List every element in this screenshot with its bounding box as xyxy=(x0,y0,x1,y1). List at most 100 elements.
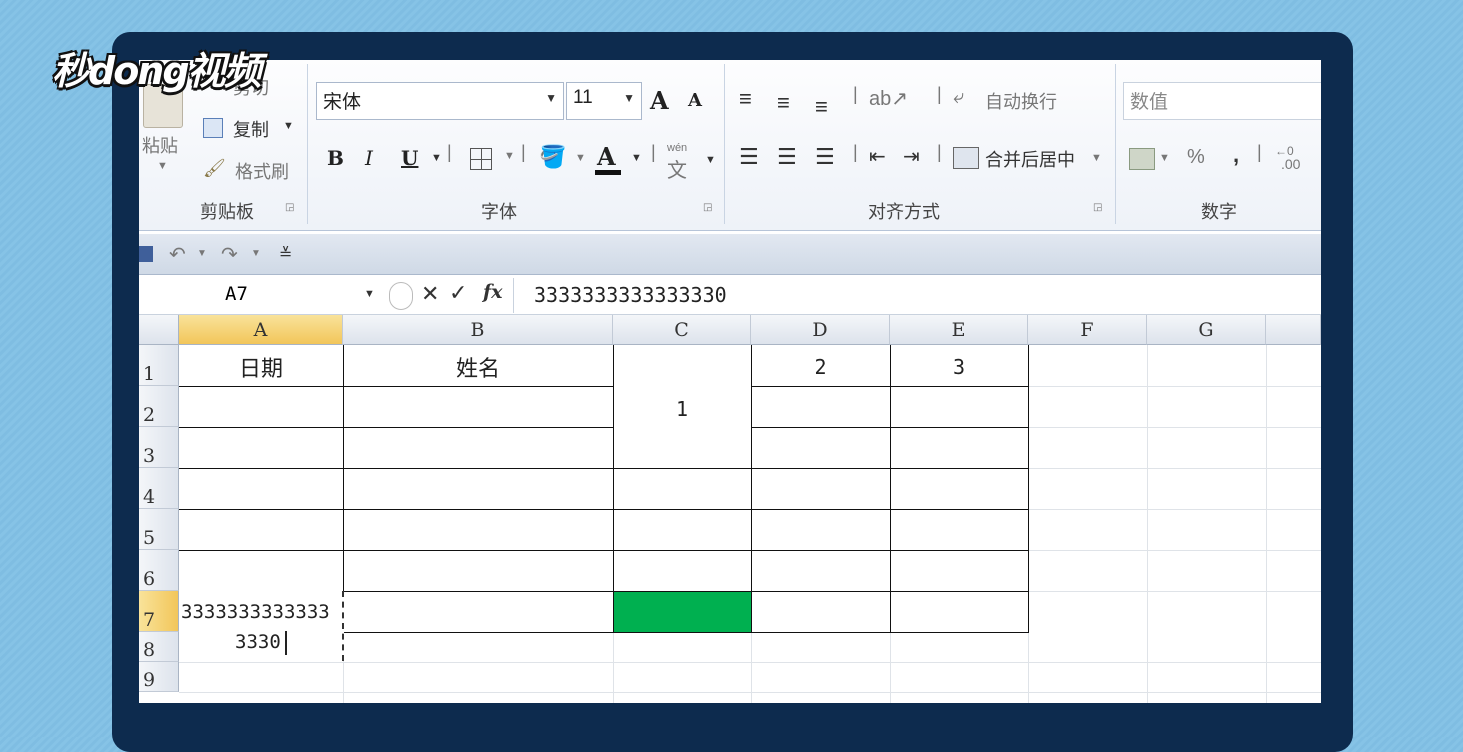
format-painter-label: 格式刷 xyxy=(235,162,289,182)
formula-input[interactable]: 3333333333333330 xyxy=(534,283,727,307)
table-border xyxy=(751,427,1029,428)
watermark-logo: 秒dong视频 xyxy=(52,49,262,93)
font-name-select[interactable]: 宋体 ▼ xyxy=(316,82,564,120)
gridline xyxy=(1028,509,1321,510)
customize-qat-icon[interactable]: ≚ xyxy=(279,244,292,264)
paint-bucket-icon: 🪣 xyxy=(539,144,567,169)
enter-check-icon[interactable]: ✓ xyxy=(449,280,467,306)
paste-label: 粘贴 xyxy=(142,136,178,156)
cell-c7-filled[interactable] xyxy=(613,591,751,632)
fill-color-button[interactable]: 🪣 ▼ xyxy=(539,144,589,174)
gridline xyxy=(1028,550,1321,551)
underline-button[interactable]: U xyxy=(401,146,418,170)
chevron-down-icon[interactable]: ▼ xyxy=(364,288,375,300)
table-border xyxy=(179,427,613,428)
row-header-4[interactable]: 4 xyxy=(139,468,179,509)
number-group-label: 数字 xyxy=(1201,202,1237,222)
name-box[interactable]: A7 xyxy=(139,278,384,313)
font-group-label: 字体 xyxy=(481,202,517,222)
column-header-g[interactable]: G xyxy=(1147,315,1266,345)
merge-icon xyxy=(953,147,979,169)
separator: | xyxy=(1257,142,1262,162)
phonetic-guide-button[interactable]: wén 文 ▼ xyxy=(667,142,717,182)
redo-icon[interactable]: ↷ xyxy=(221,242,238,267)
undo-icon[interactable]: ↶ xyxy=(169,242,186,267)
shrink-font-button[interactable]: A xyxy=(688,90,702,111)
separator: | xyxy=(853,84,858,104)
save-icon[interactable] xyxy=(139,246,153,262)
chevron-down-icon: ▼ xyxy=(575,152,586,164)
brush-icon: 🖌 xyxy=(203,158,226,178)
percent-button[interactable]: % xyxy=(1187,146,1205,169)
chevron-down-icon: ▼ xyxy=(631,152,642,164)
cell-e1[interactable]: 3 xyxy=(890,355,1028,379)
decrease-indent-icon[interactable]: ⇤ xyxy=(869,144,886,169)
increase-indent-icon[interactable]: ⇥ xyxy=(903,144,920,169)
column-header-e[interactable]: E xyxy=(890,315,1028,345)
align-top-icon[interactable]: ≡ xyxy=(739,86,752,112)
orientation-icon[interactable]: ab↗ xyxy=(869,86,908,111)
wrap-text-button[interactable]: ⤶ 自动换行 xyxy=(953,86,1073,116)
column-header-d[interactable]: D xyxy=(751,315,890,345)
table-border xyxy=(343,632,1029,633)
table-border xyxy=(179,509,1029,510)
number-format-select[interactable]: 数值 xyxy=(1123,82,1321,120)
grow-font-button[interactable]: A xyxy=(650,86,669,115)
borders-button[interactable]: ▼ xyxy=(470,146,520,174)
row-header-3[interactable]: 3 xyxy=(139,427,179,468)
row-header-5[interactable]: 5 xyxy=(139,509,179,550)
dialog-launcher-icon[interactable]: ◲ xyxy=(1093,202,1102,213)
separator: | xyxy=(937,142,942,162)
cell-b1[interactable]: 姓名 xyxy=(343,351,613,383)
select-all-corner[interactable] xyxy=(139,315,179,345)
dialog-launcher-icon[interactable]: ◲ xyxy=(703,202,712,213)
row-header-7[interactable]: 7 xyxy=(139,591,179,632)
row-header-2[interactable]: 2 xyxy=(139,386,179,427)
insert-function-icon[interactable]: fx xyxy=(483,281,503,303)
align-middle-icon[interactable]: ≡ xyxy=(777,90,790,116)
ribbon: 粘贴 ▼ ✂ 剪切 复制 ▼ 🖌 格式刷 剪贴板 ◲ 宋体 ▼ 11 ▼ A A xyxy=(139,60,1321,231)
formula-buttons: ✕ ✓ fx xyxy=(389,278,511,313)
column-header-a[interactable]: A xyxy=(179,315,343,345)
dialog-launcher-icon[interactable]: ◲ xyxy=(285,202,294,213)
wrap-text-label: 自动换行 xyxy=(985,92,1057,112)
copy-button[interactable]: 复制 ▼ xyxy=(203,114,303,142)
format-painter-button[interactable]: 🖌 格式刷 xyxy=(203,156,303,184)
font-color-button[interactable]: A ▼ xyxy=(595,140,645,176)
column-header-f[interactable]: F xyxy=(1028,315,1147,345)
align-center-icon[interactable]: ☰ xyxy=(777,144,797,170)
gridline xyxy=(1266,345,1267,703)
align-right-icon[interactable]: ☰ xyxy=(815,144,835,170)
font-name-value: 宋体 xyxy=(323,92,362,113)
column-header-h[interactable] xyxy=(1266,315,1321,345)
chevron-down-icon[interactable]: ▼ xyxy=(197,248,207,259)
align-left-icon[interactable]: ☰ xyxy=(739,144,759,170)
increase-decimal-button[interactable]: ←0 .00 xyxy=(1275,144,1321,174)
merge-center-button[interactable]: 合并后居中 ▼ xyxy=(953,144,1103,174)
cell-c1-merged[interactable]: 1 xyxy=(613,397,751,421)
row-header-6[interactable]: 6 xyxy=(139,550,179,591)
cancel-icon[interactable]: ✕ xyxy=(421,281,439,307)
group-separator xyxy=(724,64,725,224)
italic-button[interactable]: I xyxy=(365,146,373,170)
gridline xyxy=(179,692,1321,693)
chevron-down-icon[interactable]: ▼ xyxy=(251,248,261,259)
cell-d1[interactable]: 2 xyxy=(751,355,890,379)
align-bottom-icon[interactable]: ≡ xyxy=(815,94,828,120)
cell-a7-editor[interactable]: 3333333333333 3330 xyxy=(179,591,344,661)
clipboard-group-label: 剪贴板 xyxy=(200,202,254,222)
table-border xyxy=(890,345,891,633)
row-header-8[interactable]: 8 xyxy=(139,632,179,662)
chevron-down-icon: ▼ xyxy=(545,91,557,105)
font-size-select[interactable]: 11 ▼ xyxy=(566,82,642,120)
row-header-1[interactable]: 1 xyxy=(139,345,179,386)
comma-button[interactable]: , xyxy=(1233,142,1239,168)
column-header-c[interactable]: C xyxy=(613,315,751,345)
accounting-format-button[interactable]: ▼ xyxy=(1129,146,1175,174)
cell-a1[interactable]: 日期 xyxy=(179,351,343,383)
table-border xyxy=(179,550,1029,551)
row-header-9[interactable]: 9 xyxy=(139,662,179,692)
column-header-b[interactable]: B xyxy=(343,315,613,345)
gridline xyxy=(179,662,1321,663)
bold-button[interactable]: B xyxy=(327,146,344,170)
